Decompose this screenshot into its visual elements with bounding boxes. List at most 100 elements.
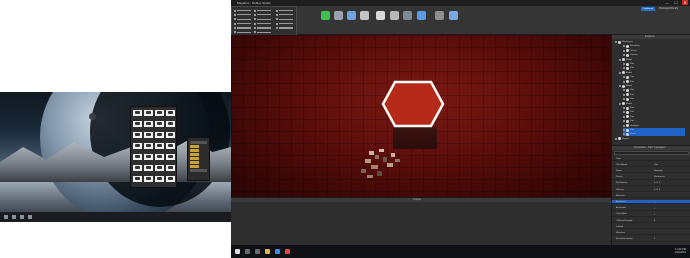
property-row[interactable]: ResizeIncrement 1: [612, 238, 690, 242]
play-button[interactable]: [415, 11, 427, 27]
hexagon-part[interactable]: [381, 80, 445, 132]
toolbox-item[interactable]: [133, 110, 142, 116]
expand-arrow-icon[interactable]: [623, 115, 625, 118]
menu-item[interactable]: [234, 27, 251, 30]
close-button[interactable]: ✕: [682, 0, 688, 5]
anchor-button[interactable]: [401, 11, 413, 27]
property-row[interactable]: CanCollide ✓: [612, 213, 690, 217]
toolbox-item[interactable]: [155, 154, 164, 160]
list-item[interactable]: [190, 169, 207, 172]
menu-item[interactable]: [234, 31, 251, 34]
explorer-item[interactable]: Terrain: [623, 49, 685, 53]
expand-arrow-icon[interactable]: [623, 54, 625, 57]
list-item[interactable]: [190, 161, 199, 164]
menu-item[interactable]: [276, 27, 293, 30]
property-row[interactable]: RotVelocity 0, 0, 0: [612, 182, 690, 186]
list-item[interactable]: [190, 149, 199, 152]
output-panel[interactable]: Output: [231, 197, 611, 245]
minimize-button[interactable]: —: [664, 0, 670, 5]
property-value[interactable]: ✓: [654, 207, 656, 210]
toolbox-item[interactable]: [166, 176, 175, 182]
expand-arrow-icon[interactable]: [619, 85, 621, 87]
explorer-item[interactable]: Model: [619, 71, 685, 75]
property-value[interactable]: Workspace: [654, 176, 665, 178]
expand-arrow-icon[interactable]: [623, 98, 625, 101]
search-icon[interactable]: [245, 249, 250, 254]
toolbox-item[interactable]: [133, 154, 142, 160]
property-row[interactable]: Data: [612, 157, 690, 161]
explorer-item[interactable]: Part: [623, 128, 685, 132]
explorer-item[interactable]: Part: [623, 115, 685, 119]
toolbox-item[interactable]: [155, 110, 164, 116]
property-row[interactable]: Archivable ✓: [612, 207, 690, 211]
explorer-item[interactable]: Part: [623, 75, 685, 79]
toolbox-item[interactable]: [133, 132, 142, 138]
toolbox-item[interactable]: [144, 121, 153, 127]
toolbox-item[interactable]: [144, 132, 153, 138]
menu-item[interactable]: [234, 18, 251, 21]
expand-arrow-icon[interactable]: [623, 89, 625, 92]
expand-arrow-icon[interactable]: [623, 49, 625, 52]
system-clock[interactable]: 11:42 PM 1/14/2019: [674, 248, 686, 254]
toolbox-item[interactable]: [166, 154, 175, 160]
explorer-item[interactable]: Players: [615, 137, 685, 141]
terrain-button[interactable]: [319, 11, 331, 27]
expand-arrow-icon[interactable]: [623, 45, 625, 48]
explorer-item[interactable]: Part: [623, 119, 685, 123]
property-value[interactable]: 0, 0, 0: [654, 182, 660, 184]
explorer-window-small[interactable]: [187, 137, 210, 181]
ui-button[interactable]: [345, 11, 357, 27]
collaborate-tab[interactable]: Collaborate: [641, 7, 655, 11]
toolbox-item[interactable]: [144, 110, 153, 116]
toolbox-item[interactable]: [155, 121, 164, 127]
list-item[interactable]: [190, 153, 199, 156]
explorer-item[interactable]: Camera: [623, 53, 685, 57]
expand-arrow-icon[interactable]: [623, 120, 625, 123]
toolbox-item[interactable]: [166, 132, 175, 138]
toolbox-item[interactable]: [133, 143, 142, 149]
toolbox-item[interactable]: [144, 143, 153, 149]
maximize-button[interactable]: ☐: [673, 0, 679, 5]
team-create-button[interactable]: [447, 11, 459, 27]
explorer-item[interactable]: Baseplate: [623, 44, 685, 48]
menu-item[interactable]: [254, 31, 271, 34]
task-view-icon[interactable]: [20, 215, 24, 219]
explorer-item[interactable]: Union: [623, 132, 685, 137]
property-row[interactable]: Parent Workspace: [612, 176, 690, 180]
expand-arrow-icon[interactable]: [623, 107, 625, 109]
list-item[interactable]: [190, 141, 207, 144]
list-item[interactable]: [190, 165, 199, 168]
menu-item[interactable]: [254, 9, 271, 12]
rubble-model[interactable]: [359, 147, 404, 181]
expand-arrow-icon[interactable]: [623, 93, 625, 96]
toolbox-item[interactable]: [144, 176, 153, 182]
expand-arrow-icon[interactable]: [623, 76, 625, 79]
settings-button[interactable]: [433, 11, 445, 27]
toolbox-window[interactable]: [130, 106, 177, 188]
property-row[interactable]: Anchored ✓: [612, 200, 690, 205]
menu-item[interactable]: [276, 9, 293, 12]
toolbox-item[interactable]: [155, 132, 164, 138]
expand-arrow-icon[interactable]: [619, 71, 621, 74]
expand-arrow-icon[interactable]: [623, 80, 625, 83]
toolbox-item[interactable]: [166, 165, 175, 171]
expand-arrow-icon[interactable]: [623, 129, 625, 131]
roblox-studio-icon[interactable]: [285, 249, 290, 254]
property-value[interactable]: 0, 0, 0: [654, 189, 660, 191]
menu-item[interactable]: [276, 22, 293, 25]
explorer-panel[interactable]: Explorer Workspace Baseplate Terrain Camera…: [611, 35, 690, 145]
toolbox-item[interactable]: [166, 121, 175, 127]
task-view-icon[interactable]: [255, 249, 260, 254]
explorer-item[interactable]: Hexagon: [623, 124, 685, 128]
toolbox-item[interactable]: [144, 154, 153, 160]
explorer-item[interactable]: Part: [623, 93, 685, 97]
property-row[interactable]: ClassName Part: [612, 163, 690, 168]
toolbox-item[interactable]: [144, 165, 153, 171]
part-button[interactable]: [332, 11, 344, 27]
explorer-item[interactable]: Part: [623, 110, 685, 114]
expand-arrow-icon[interactable]: [623, 63, 625, 65]
explorer-item[interactable]: Model: [619, 84, 685, 88]
property-row[interactable]: Behavior: [612, 194, 690, 199]
material-button[interactable]: [358, 11, 370, 27]
explorer-item[interactable]: Part: [623, 62, 685, 66]
